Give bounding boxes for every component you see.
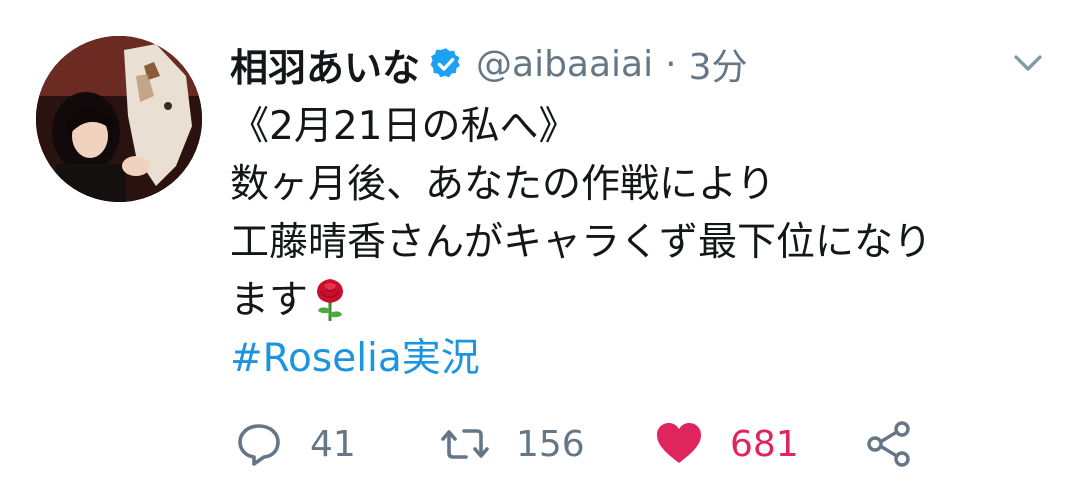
tweet-timestamp[interactable]: 3分 bbox=[689, 38, 748, 90]
header-separator: · bbox=[665, 43, 677, 85]
retweet-count: 156 bbox=[516, 423, 585, 465]
tweet-header: 相羽あいな @aibaaiai · 3分 bbox=[230, 36, 747, 92]
retweet-icon bbox=[441, 429, 489, 459]
chevron-down-icon[interactable] bbox=[1010, 48, 1046, 78]
like-button[interactable]: 681 bbox=[654, 414, 799, 474]
user-handle[interactable]: @aibaaiai bbox=[476, 44, 653, 85]
reply-button[interactable]: 41 bbox=[234, 414, 356, 474]
display-name[interactable]: 相羽あいな bbox=[230, 37, 420, 92]
verified-badge-icon bbox=[428, 46, 464, 82]
retweet-button[interactable]: 156 bbox=[440, 414, 585, 474]
share-button[interactable] bbox=[864, 414, 914, 474]
rose-emoji-icon bbox=[312, 277, 348, 322]
tweet-actions: 41 156 681 bbox=[230, 414, 950, 474]
reply-count: 41 bbox=[310, 423, 356, 465]
share-icon bbox=[867, 421, 910, 467]
tweet-line: ます bbox=[230, 278, 309, 323]
tweet[interactable]: 相羽あいな @aibaaiai · 3分 《2月21日の私へ》 数ヶ月後、あなた… bbox=[0, 0, 1080, 500]
hashtag-link[interactable]: #Roselia実況 bbox=[230, 330, 1060, 388]
like-count: 681 bbox=[730, 423, 799, 465]
tweet-line: 工藤晴香さんがキャラくず最下位になり bbox=[230, 220, 933, 265]
tweet-text: 《2月21日の私へ》 数ヶ月後、あなたの作戦により 工藤晴香さんがキャラくず最下… bbox=[230, 98, 1060, 388]
reply-icon bbox=[238, 424, 280, 466]
heart-icon bbox=[657, 423, 701, 463]
tweet-line-last: ます bbox=[230, 272, 1060, 330]
tweet-line: 《2月21日の私へ》 bbox=[230, 104, 578, 149]
avatar[interactable] bbox=[36, 36, 202, 202]
tweet-line: 数ヶ月後、あなたの作戦により bbox=[230, 162, 776, 207]
avatar-image bbox=[36, 36, 202, 202]
